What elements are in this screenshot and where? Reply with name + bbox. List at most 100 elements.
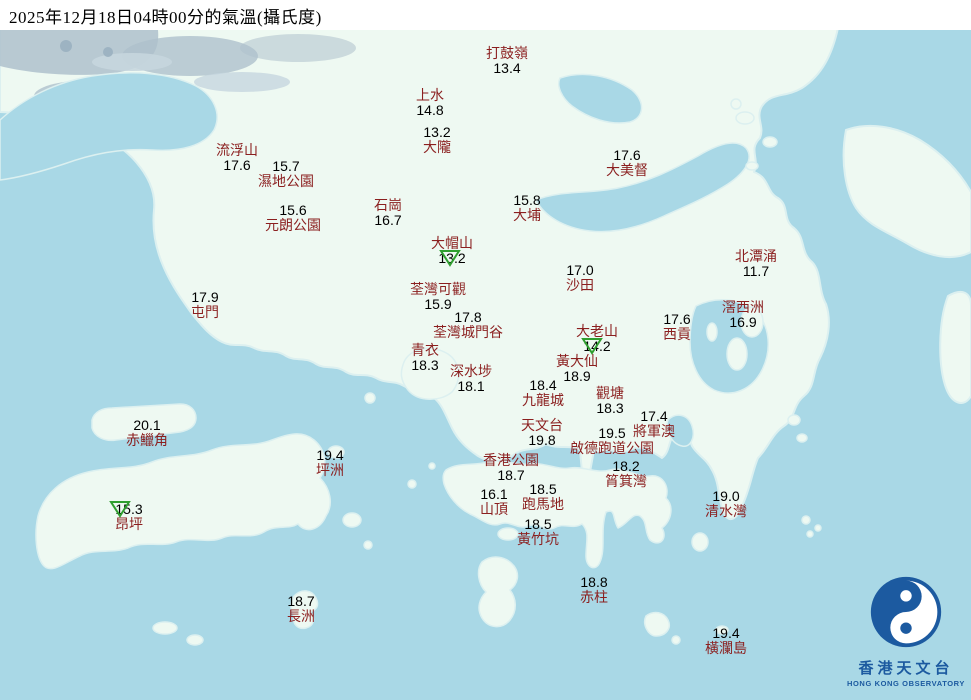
- station-天文台: 天文台19.8: [521, 418, 563, 448]
- hk-temperature-map-page: 2025年12月18日04時00分的氣溫(攝氏度) 打鼓嶺13.4上水14.81…: [0, 0, 971, 700]
- station-name: 上水: [416, 88, 444, 103]
- station-流浮山: 流浮山17.6: [216, 143, 258, 173]
- station-昂坪: 15.3昂坪: [115, 502, 143, 532]
- hko-logo-icon: [868, 574, 944, 650]
- station-長洲: 18.7長洲: [287, 594, 315, 624]
- station-name: 啟德跑道公園: [570, 441, 654, 456]
- station-赤鱲角: 20.1赤鱲角: [126, 418, 168, 448]
- station-荃灣可觀: 荃灣可觀15.9: [410, 282, 466, 312]
- station-大帽山: 大帽山13.2: [431, 236, 473, 266]
- station-跑馬地: 18.5跑馬地: [522, 482, 564, 512]
- station-name: 跑馬地: [522, 497, 564, 512]
- station-九龍城: 18.4九龍城: [522, 378, 564, 408]
- station-temp: 15.3: [115, 502, 143, 517]
- station-元朗公園: 15.6元朗公園: [265, 203, 321, 233]
- station-name: 香港公園: [483, 453, 539, 468]
- station-temp: 15.7: [258, 159, 314, 174]
- station-temp: 19.8: [521, 433, 563, 448]
- station-name: 屯門: [191, 305, 219, 320]
- station-滘西洲: 滘西洲16.9: [722, 300, 764, 330]
- station-觀塘: 觀塘18.3: [596, 386, 624, 416]
- station-temp: 18.5: [517, 517, 559, 532]
- station-深水埗: 深水埗18.1: [450, 364, 492, 394]
- station-name: 長洲: [287, 609, 315, 624]
- station-temp: 19.5: [570, 426, 654, 441]
- station-沙田: 17.0沙田: [566, 263, 594, 293]
- station-name: 黃竹坑: [517, 532, 559, 547]
- station-上水: 上水14.8: [416, 88, 444, 118]
- station-name: 筲箕灣: [605, 474, 647, 489]
- station-坪洲: 19.4坪洲: [316, 448, 344, 478]
- station-name: 赤鱲角: [126, 433, 168, 448]
- station-temp: 20.1: [126, 418, 168, 433]
- station-temp: 16.9: [722, 315, 764, 330]
- station-石崗: 石崗16.7: [374, 198, 402, 228]
- station-name: 滘西洲: [722, 300, 764, 315]
- station-temp: 14.2: [576, 339, 618, 354]
- station-temp: 18.3: [411, 358, 439, 373]
- station-temp: 18.5: [522, 482, 564, 497]
- station-青衣: 青衣18.3: [411, 343, 439, 373]
- station-大美督: 17.6大美督: [606, 148, 648, 178]
- station-temp: 18.7: [287, 594, 315, 609]
- station-temp: 11.7: [735, 264, 777, 279]
- station-temp: 15.8: [513, 193, 541, 208]
- station-temp: 13.4: [486, 61, 528, 76]
- station-name: 荃灣城門谷: [433, 325, 503, 340]
- station-赤柱: 18.8赤柱: [580, 575, 608, 605]
- station-temp: 17.9: [191, 290, 219, 305]
- station-name: 流浮山: [216, 143, 258, 158]
- station-temp: 13.2: [423, 125, 451, 140]
- station-name: 元朗公園: [265, 218, 321, 233]
- station-temp: 14.8: [416, 103, 444, 118]
- station-name: 觀塘: [596, 386, 624, 401]
- hko-logo-name-zh: 香港天文台: [828, 657, 971, 678]
- station-temp: 18.1: [450, 379, 492, 394]
- station-temp: 17.6: [606, 148, 648, 163]
- station-temp: 17.0: [566, 263, 594, 278]
- station-name: 橫瀾島: [705, 641, 747, 656]
- station-temp: 17.6: [663, 312, 691, 327]
- station-name: 黃大仙: [556, 354, 598, 369]
- station-啟德跑道公園: 19.5啟德跑道公園: [570, 426, 654, 456]
- station-name: 山頂: [480, 502, 508, 517]
- station-name: 荃灣可觀: [410, 282, 466, 297]
- station-西貢: 17.6西貢: [663, 312, 691, 342]
- station-name: 石崗: [374, 198, 402, 213]
- station-濕地公園: 15.7濕地公園: [258, 159, 314, 189]
- station-name: 青衣: [411, 343, 439, 358]
- station-name: 大帽山: [431, 236, 473, 251]
- station-橫瀾島: 19.4橫瀾島: [705, 626, 747, 656]
- hko-logo: 香港天文台 HONG KONG OBSERVATORY: [828, 574, 971, 688]
- station-山頂: 16.1山頂: [480, 487, 508, 517]
- station-temp: 19.4: [705, 626, 747, 641]
- station-name: 昂坪: [115, 517, 143, 532]
- station-name: 北潭涌: [735, 249, 777, 264]
- station-大老山: 大老山14.2: [576, 324, 618, 354]
- station-temp: 17.6: [216, 158, 258, 173]
- station-name: 大隴: [423, 140, 451, 155]
- station-temp: 18.4: [522, 378, 564, 393]
- title-bar: 2025年12月18日04時00分的氣溫(攝氏度): [0, 0, 971, 30]
- page-title: 2025年12月18日04時00分的氣溫(攝氏度): [0, 3, 322, 28]
- stations-layer: 打鼓嶺13.4上水14.813.2大隴流浮山17.615.7濕地公園17.6大美…: [0, 0, 971, 700]
- station-name: 九龍城: [522, 393, 564, 408]
- station-name: 深水埗: [450, 364, 492, 379]
- station-北潭涌: 北潭涌11.7: [735, 249, 777, 279]
- station-temp: 17.8: [433, 310, 503, 325]
- station-name: 打鼓嶺: [486, 46, 528, 61]
- station-temp: 15.6: [265, 203, 321, 218]
- station-temp: 17.4: [633, 409, 675, 424]
- station-荃灣城門谷: 17.8荃灣城門谷: [433, 310, 503, 340]
- station-name: 濕地公園: [258, 174, 314, 189]
- station-temp: 19.0: [705, 489, 747, 504]
- station-name: 西貢: [663, 327, 691, 342]
- station-清水灣: 19.0清水灣: [705, 489, 747, 519]
- station-大埔: 15.8大埔: [513, 193, 541, 223]
- station-name: 清水灣: [705, 504, 747, 519]
- station-name: 天文台: [521, 418, 563, 433]
- station-筲箕灣: 18.2筲箕灣: [605, 459, 647, 489]
- station-name: 大埔: [513, 208, 541, 223]
- station-temp: 19.4: [316, 448, 344, 463]
- station-temp: 13.2: [431, 251, 473, 266]
